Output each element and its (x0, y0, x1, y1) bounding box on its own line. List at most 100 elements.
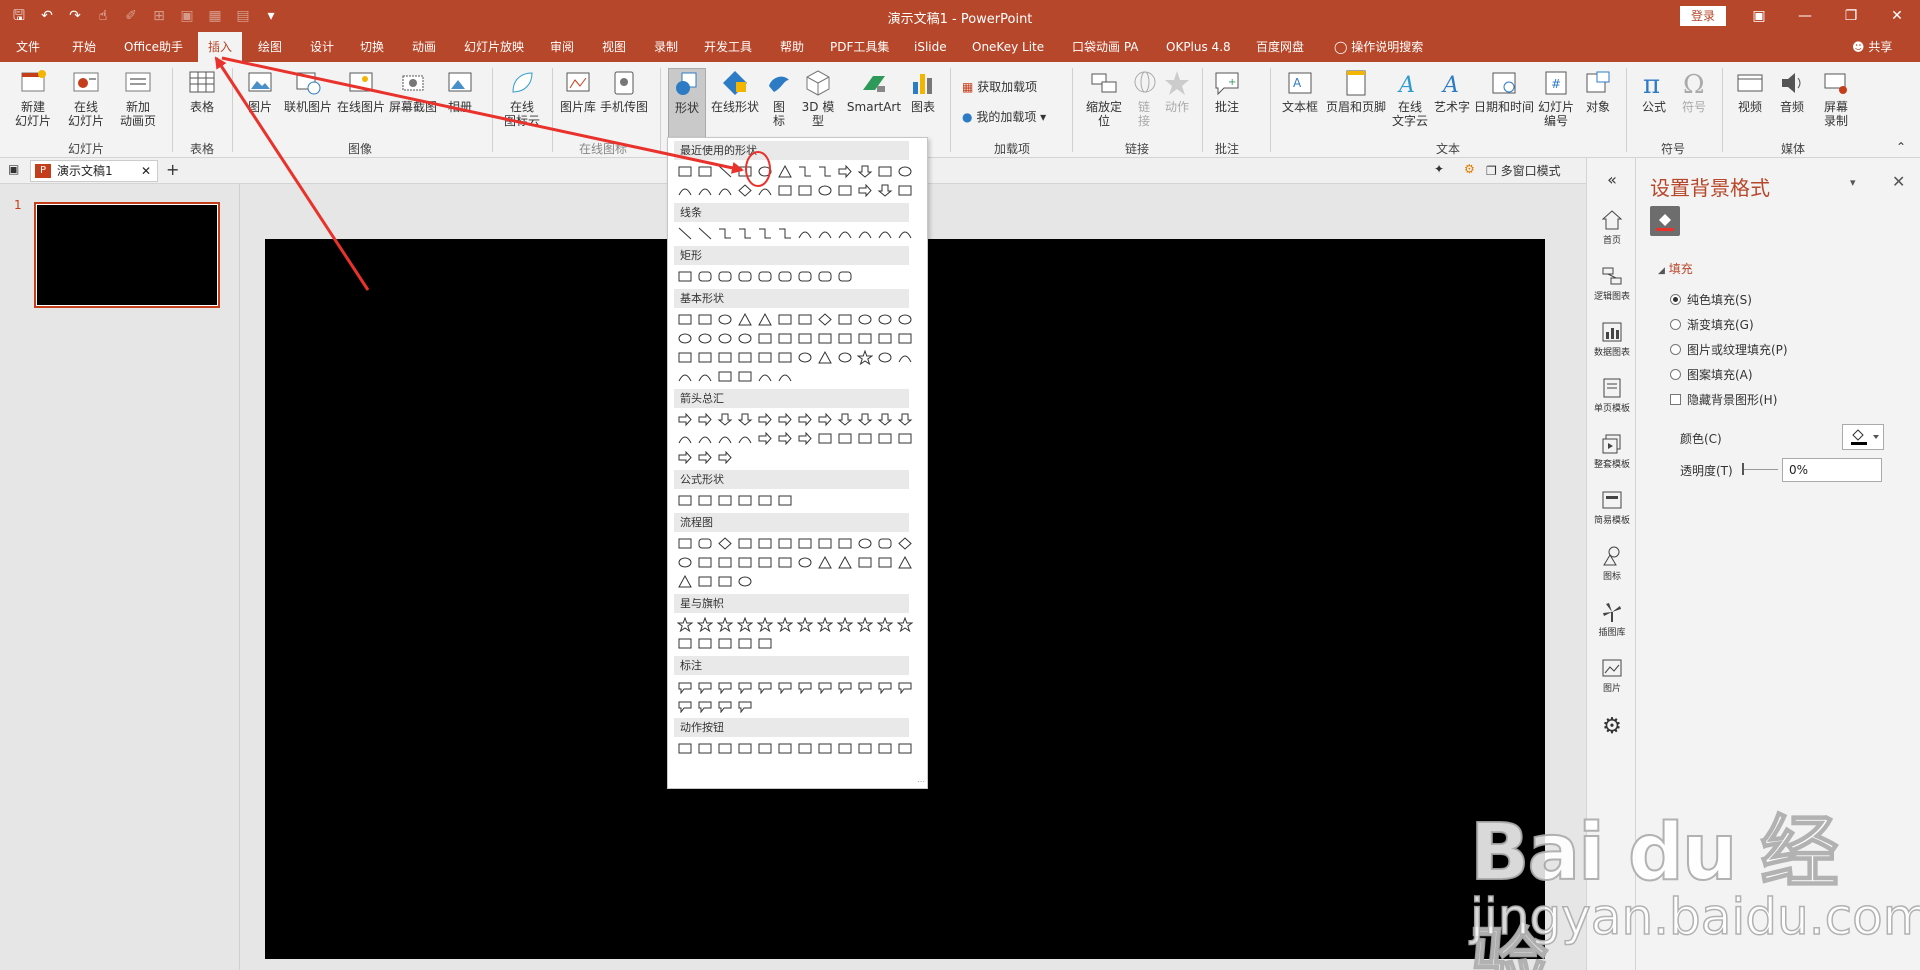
tab-okplus[interactable]: OKPlus 4.8 (1166, 32, 1231, 62)
shape-lines-icon[interactable] (776, 225, 794, 242)
settings-icon[interactable]: ⚙ (1464, 162, 1475, 176)
shape-flowchart-icon[interactable] (796, 535, 814, 552)
tab-insert[interactable]: 插入 (198, 32, 243, 62)
shape-recent-shapes-icon[interactable] (676, 163, 694, 180)
tab-draw[interactable]: 绘图 (258, 32, 282, 62)
symbol-button[interactable]: Ω 符号 (1676, 68, 1712, 114)
tab-list-icon[interactable]: ▣ (8, 162, 19, 176)
add-anim-page-button[interactable]: 新加 动画页 (112, 68, 164, 128)
album-button[interactable]: 相册 (440, 68, 480, 114)
sidebar-item-logic-chart[interactable]: 逻辑图表 (1587, 264, 1637, 302)
shape-flowchart-icon[interactable] (736, 573, 754, 590)
online-text-button[interactable]: A 在线 文字云 (1390, 68, 1430, 128)
shape-equation-shapes-icon[interactable] (756, 492, 774, 509)
shape-action-buttons-icon[interactable] (756, 740, 774, 757)
shape-basic-shapes-icon[interactable] (716, 349, 734, 366)
shape-basic-shapes-icon[interactable] (896, 330, 914, 347)
gallery-button[interactable]: 图片库 (558, 68, 598, 114)
shape-equation-shapes-icon[interactable] (676, 492, 694, 509)
shape-basic-shapes-icon[interactable] (796, 311, 814, 328)
shape-block-arrows-icon[interactable] (796, 411, 814, 428)
shape-recent-shapes-icon[interactable] (876, 163, 894, 180)
tell-me-search[interactable]: ◯ 操作说明搜索 (1334, 32, 1423, 62)
solid-fill-option[interactable]: 纯色填充(S) (1670, 291, 1752, 308)
shape-flowchart-icon[interactable] (676, 535, 694, 552)
shape-stars-and-banners-icon[interactable] (896, 616, 914, 633)
sidebar-item-simple-template[interactable]: 简易模板 (1587, 488, 1637, 526)
pattern-fill-option[interactable]: 图案填充(A) (1670, 366, 1753, 383)
shape-block-arrows-icon[interactable] (716, 449, 734, 466)
shape-recent-shapes-icon[interactable] (816, 182, 834, 199)
shape-callouts-icon[interactable] (756, 678, 774, 695)
shape-action-buttons-icon[interactable] (876, 740, 894, 757)
shape-stars-and-banners-icon[interactable] (676, 635, 694, 652)
shape-callouts-icon[interactable] (816, 678, 834, 695)
shape-recent-shapes-icon[interactable] (736, 163, 754, 180)
shape-basic-shapes-icon[interactable] (776, 330, 794, 347)
shape-block-arrows-icon[interactable] (896, 430, 914, 447)
shape-block-arrows-icon[interactable] (836, 411, 854, 428)
shape-basic-shapes-icon[interactable] (856, 330, 874, 347)
shape-basic-shapes-icon[interactable] (756, 330, 774, 347)
shape-recent-shapes-icon[interactable] (756, 163, 774, 180)
shape-callouts-icon[interactable] (776, 678, 794, 695)
tab-baidu-netdisk[interactable]: 百度网盘 (1256, 32, 1304, 62)
shape-flowchart-icon[interactable] (836, 535, 854, 552)
fill-section-header[interactable]: ◢ 填充 (1658, 260, 1693, 277)
tab-transitions[interactable]: 切换 (360, 32, 384, 62)
shape-callouts-icon[interactable] (716, 678, 734, 695)
tab-record[interactable]: 录制 (654, 32, 678, 62)
shape-stars-and-banners-icon[interactable] (716, 635, 734, 652)
shape-basic-shapes-icon[interactable] (696, 330, 714, 347)
shape-basic-shapes-icon[interactable] (756, 349, 774, 366)
shape-flowchart-icon[interactable] (896, 535, 914, 552)
shape-block-arrows-icon[interactable] (736, 430, 754, 447)
shape-basic-shapes-icon[interactable] (796, 349, 814, 366)
shapes-button[interactable]: 形状 (668, 68, 706, 138)
shape-callouts-icon[interactable] (736, 678, 754, 695)
shape-recent-shapes-icon[interactable] (836, 182, 854, 199)
ribbon-display-icon[interactable]: ▣ (1736, 4, 1782, 28)
shape-flowchart-icon[interactable] (696, 573, 714, 590)
transparency-input[interactable]: 0% (1782, 458, 1882, 482)
shape-rectangles-icon[interactable] (696, 268, 714, 285)
shape-stars-and-banners-icon[interactable] (756, 635, 774, 652)
shape-block-arrows-icon[interactable] (756, 411, 774, 428)
video-button[interactable]: 视频 (1730, 68, 1770, 114)
shape-lines-icon[interactable] (716, 225, 734, 242)
tab-file[interactable]: 文件 (16, 32, 40, 62)
shape-action-buttons-icon[interactable] (856, 740, 874, 757)
shape-block-arrows-icon[interactable] (676, 430, 694, 447)
shape-block-arrows-icon[interactable] (756, 430, 774, 447)
shape-lines-icon[interactable] (676, 225, 694, 242)
shape-flowchart-icon[interactable] (716, 573, 734, 590)
shape-recent-shapes-icon[interactable] (736, 182, 754, 199)
shape-recent-shapes-icon[interactable] (856, 182, 874, 199)
shape-block-arrows-icon[interactable] (896, 411, 914, 428)
shape-basic-shapes-icon[interactable] (836, 330, 854, 347)
radio-button[interactable] (1670, 344, 1681, 355)
tab-islide[interactable]: iSlide (914, 32, 947, 62)
shape-basic-shapes-icon[interactable] (716, 311, 734, 328)
shape-callouts-icon[interactable] (896, 678, 914, 695)
tab-pocket-animation[interactable]: 口袋动画 PA (1072, 32, 1139, 62)
shape-lines-icon[interactable] (876, 225, 894, 242)
comment-button[interactable]: + 批注 (1210, 68, 1244, 114)
shape-lines-icon[interactable] (896, 225, 914, 242)
login-button[interactable]: 登录 (1680, 6, 1726, 26)
shape-flowchart-icon[interactable] (856, 535, 874, 552)
shape-rectangles-icon[interactable] (736, 268, 754, 285)
shape-block-arrows-icon[interactable] (676, 449, 694, 466)
screen-record-button[interactable]: 屏幕 录制 (1816, 68, 1856, 128)
shape-stars-and-banners-icon[interactable] (736, 635, 754, 652)
shape-lines-icon[interactable] (736, 225, 754, 242)
shape-stars-and-banners-icon[interactable] (776, 616, 794, 633)
shape-recent-shapes-icon[interactable] (796, 163, 814, 180)
table-button[interactable]: 表格 (180, 68, 224, 114)
shape-recent-shapes-icon[interactable] (716, 163, 734, 180)
shape-basic-shapes-icon[interactable] (776, 349, 794, 366)
tab-animations[interactable]: 动画 (412, 32, 436, 62)
shape-basic-shapes-icon[interactable] (676, 368, 694, 385)
online-image-button[interactable]: 在线图片 (336, 68, 386, 114)
shape-flowchart-icon[interactable] (676, 554, 694, 571)
